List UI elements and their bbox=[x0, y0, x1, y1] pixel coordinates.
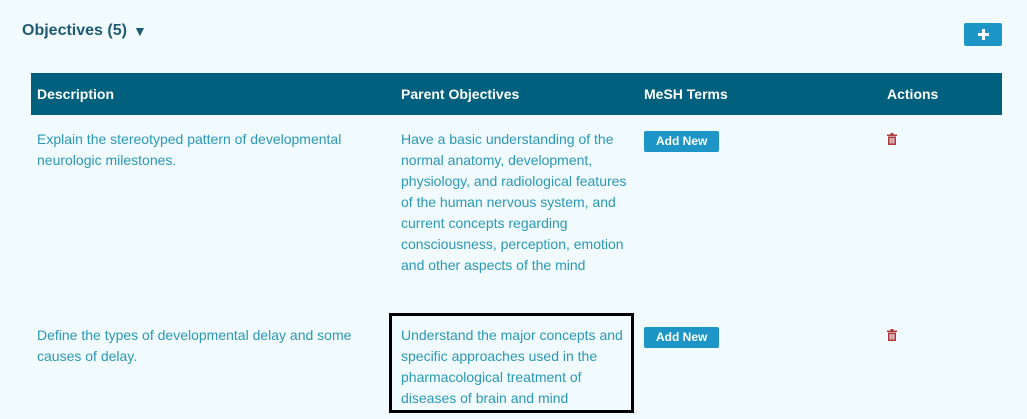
add-mesh-term-button[interactable]: Add New bbox=[644, 327, 720, 348]
objective-description[interactable]: Explain the stereotyped pattern of devel… bbox=[31, 129, 395, 171]
add-objective-button[interactable] bbox=[964, 23, 1002, 46]
objectives-toggle[interactable]: Objectives (5) ▼ bbox=[22, 22, 147, 40]
caret-down-icon: ▼ bbox=[132, 23, 147, 39]
trash-icon[interactable] bbox=[887, 329, 897, 341]
table-row: Explain the stereotyped pattern of devel… bbox=[31, 115, 1002, 317]
parent-objective[interactable]: Have a basic understanding of the normal… bbox=[395, 129, 638, 276]
plus-icon bbox=[977, 29, 989, 40]
add-mesh-term-button[interactable]: Add New bbox=[644, 131, 720, 152]
table-header: Description Parent Objectives MeSH Terms… bbox=[31, 73, 1002, 115]
objectives-page: Objectives (5) ▼ Description Parent Obje… bbox=[0, 0, 1027, 419]
section-title: Objectives (5) bbox=[22, 22, 127, 39]
parent-objective[interactable]: Understand the major concepts and specif… bbox=[395, 325, 638, 409]
mesh-cell: Add New bbox=[638, 325, 881, 348]
mesh-cell: Add New bbox=[638, 129, 881, 152]
header-actions: Actions bbox=[887, 86, 939, 102]
header-parent-objectives: Parent Objectives bbox=[401, 86, 520, 102]
trash-icon[interactable] bbox=[887, 133, 897, 145]
objective-description[interactable]: Define the types of developmental delay … bbox=[31, 325, 395, 367]
actions-cell bbox=[881, 325, 1002, 347]
header-mesh-terms: MeSH Terms bbox=[644, 86, 728, 102]
objectives-table: Description Parent Objectives MeSH Terms… bbox=[31, 73, 1002, 415]
table-row: Define the types of developmental delay … bbox=[31, 317, 1002, 415]
actions-cell bbox=[881, 129, 1002, 151]
header-description: Description bbox=[37, 86, 115, 102]
